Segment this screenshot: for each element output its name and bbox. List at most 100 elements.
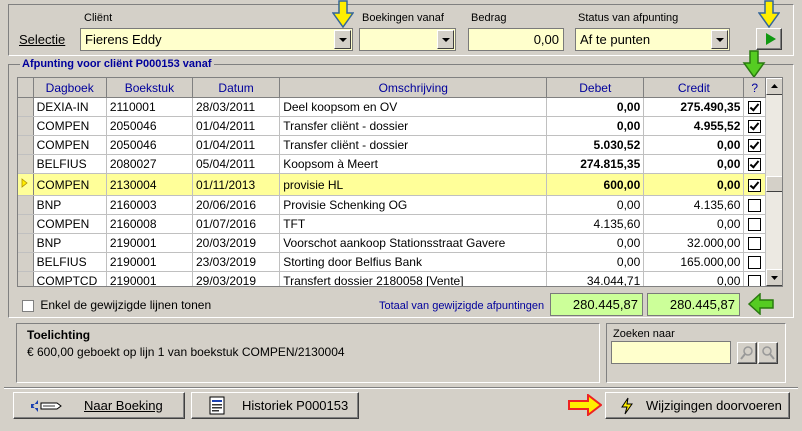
table-row[interactable]: COMPEN 2050046 01/04/2011 Transfer cliënt -… bbox=[18, 116, 766, 136]
cell-credit: 275.490,35 bbox=[643, 97, 745, 117]
wijzigingen-button[interactable]: Wijzigingen doorvoeren bbox=[605, 392, 790, 419]
afgepunt-checkbox[interactable] bbox=[748, 101, 762, 115]
boekingen-label: Boekingen vanaf bbox=[362, 12, 444, 24]
col-dagboek[interactable]: Dagboek bbox=[33, 78, 107, 98]
table-row[interactable]: COMPEN 2160008 01/07/2016 TFT 4.135,60 0,00 bbox=[18, 214, 766, 234]
cell-datum: 28/03/2011 bbox=[192, 97, 281, 117]
cell-credit: 4.955,52 bbox=[643, 116, 745, 136]
table-row[interactable]: BNP 2160003 20/06/2016 Provisie Schenking O… bbox=[18, 195, 766, 215]
row-indicator[interactable] bbox=[18, 271, 34, 286]
afgepunt-checkbox[interactable] bbox=[748, 178, 762, 192]
cell-credit: 0,00 bbox=[643, 173, 745, 196]
run-button[interactable] bbox=[756, 28, 782, 50]
cell-boekstuk: 2110001 bbox=[106, 97, 193, 117]
boekingen-dropdown-button[interactable] bbox=[437, 30, 454, 49]
col-debet[interactable]: Debet bbox=[546, 78, 645, 98]
cell-dagboek: BELFIUS bbox=[33, 154, 107, 174]
col-datum[interactable]: Datum bbox=[192, 78, 281, 98]
client-dropdown-button[interactable] bbox=[334, 30, 351, 49]
row-indicator[interactable] bbox=[18, 116, 34, 136]
zoeken-input[interactable] bbox=[611, 341, 731, 364]
cell-afgepunt bbox=[743, 173, 766, 196]
cell-datum: 23/03/2019 bbox=[192, 252, 281, 272]
cell-afgepunt bbox=[743, 252, 766, 272]
row-indicator[interactable] bbox=[18, 154, 34, 174]
status-dropdown-button[interactable] bbox=[711, 30, 728, 49]
table-row[interactable]: BELFIUS 2080027 05/04/2011 Koopsom à Meert 2… bbox=[18, 154, 766, 174]
afgepunt-checkbox[interactable] bbox=[748, 218, 762, 232]
afgepunt-checkbox[interactable] bbox=[748, 256, 762, 270]
grid-title: Afpunting voor cliënt P000153 vanaf bbox=[20, 58, 214, 70]
row-indicator[interactable] bbox=[18, 97, 34, 117]
table-row[interactable]: BELFIUS 2190001 23/03/2019 Storting door Be… bbox=[18, 252, 766, 272]
cell-debet: 0,00 bbox=[546, 252, 645, 272]
afgepunt-checkbox[interactable] bbox=[748, 199, 762, 213]
bedrag-input[interactable]: 0,00 bbox=[468, 28, 564, 51]
totaal-label: Totaal van gewijzigde afpuntingen bbox=[379, 300, 545, 312]
afgepunt-checkbox[interactable] bbox=[748, 237, 762, 251]
cell-credit: 0,00 bbox=[643, 154, 745, 174]
cell-credit: 0,00 bbox=[643, 214, 745, 234]
table-row[interactable]: BNP 2190001 20/03/2019 Voorschot aankoop St… bbox=[18, 233, 766, 253]
green-arrow-icon bbox=[742, 50, 766, 78]
table-row[interactable]: COMPTCD 2190001 29/03/2019 Transfert dossie… bbox=[18, 271, 766, 286]
cell-boekstuk: 2080027 bbox=[106, 154, 193, 174]
row-indicator[interactable] bbox=[18, 173, 34, 196]
grid-scrollbar[interactable] bbox=[766, 78, 782, 286]
afgepunt-checkbox[interactable] bbox=[748, 275, 762, 286]
search-next-button[interactable] bbox=[758, 342, 778, 364]
client-select[interactable]: Fierens Eddy bbox=[80, 28, 353, 51]
totaal-debet-value: 280.445,87 bbox=[572, 297, 638, 312]
afgepunt-checkbox[interactable] bbox=[748, 158, 762, 172]
cell-debet: 0,00 bbox=[546, 97, 645, 117]
client-label: Cliënt bbox=[84, 12, 113, 24]
scroll-thumb[interactable] bbox=[766, 176, 782, 192]
col-boekstuk[interactable]: Boekstuk bbox=[106, 78, 193, 98]
totaal-debet: 280.445,87 bbox=[550, 293, 643, 316]
table-row[interactable]: DEXIA-IN 2110001 28/03/2011 Deel koopsom en… bbox=[18, 97, 766, 117]
current-row-icon bbox=[21, 178, 28, 188]
row-indicator[interactable] bbox=[18, 214, 34, 234]
row-indicator[interactable] bbox=[18, 233, 34, 253]
cell-datum: 20/03/2019 bbox=[192, 233, 281, 253]
cell-debet: 274.815,35 bbox=[546, 154, 645, 174]
cell-afgepunt bbox=[743, 154, 766, 174]
cell-dagboek: COMPEN bbox=[33, 116, 107, 136]
scroll-down-button[interactable] bbox=[766, 269, 782, 286]
cell-dagboek: COMPEN bbox=[33, 173, 107, 196]
col-omschrijving[interactable]: Omschrijving bbox=[279, 78, 548, 98]
cell-debet: 5.030,52 bbox=[546, 135, 645, 155]
afgepunt-checkbox[interactable] bbox=[748, 120, 762, 134]
afgepunt-checkbox[interactable] bbox=[748, 139, 762, 153]
naar-boeking-button[interactable]: Naar Boeking bbox=[13, 392, 185, 419]
scroll-up-button[interactable] bbox=[766, 78, 782, 95]
only-changed-row[interactable]: Enkel de gewijzigde lijnen tonen bbox=[22, 298, 211, 314]
cell-afgepunt bbox=[743, 233, 766, 253]
table-row[interactable]: COMPEN 2050046 01/04/2011 Transfer cliënt -… bbox=[18, 135, 766, 155]
cell-datum: 20/06/2016 bbox=[192, 195, 281, 215]
historiek-button[interactable]: Historiek P000153 bbox=[191, 392, 359, 419]
row-indicator[interactable] bbox=[18, 195, 34, 215]
row-indicator[interactable] bbox=[18, 135, 34, 155]
play-icon bbox=[766, 33, 776, 45]
toelichting-text: € 600,00 geboekt op lijn 1 van boekstuk … bbox=[27, 345, 345, 359]
cell-boekstuk: 2160003 bbox=[106, 195, 193, 215]
table-body: DEXIA-IN 2110001 28/03/2011 Deel koopsom en… bbox=[18, 97, 766, 286]
boekingen-select[interactable] bbox=[359, 28, 456, 51]
cell-datum: 29/03/2019 bbox=[192, 271, 281, 286]
only-changed-checkbox[interactable] bbox=[22, 299, 34, 312]
cell-boekstuk: 2190001 bbox=[106, 271, 193, 286]
row-indicator[interactable] bbox=[18, 252, 34, 272]
document-icon bbox=[209, 396, 225, 415]
cell-datum: 01/04/2011 bbox=[192, 116, 281, 136]
status-select[interactable]: Af te punten bbox=[575, 28, 730, 51]
afpunting-table: Dagboek Boekstuk Datum Omschrijving Debe… bbox=[18, 78, 766, 286]
search-icon bbox=[740, 346, 753, 360]
col-credit[interactable]: Credit bbox=[643, 78, 745, 98]
col-afgepunt[interactable]: ? bbox=[743, 78, 766, 98]
bottom-divider bbox=[4, 387, 798, 389]
search-prev-button[interactable] bbox=[737, 342, 757, 364]
table-row[interactable]: COMPEN 2130004 01/11/2013 provisie HL 600,00… bbox=[18, 173, 766, 196]
cell-credit: 32.000,00 bbox=[643, 233, 745, 253]
cell-omschrijving: provisie HL bbox=[279, 173, 548, 196]
